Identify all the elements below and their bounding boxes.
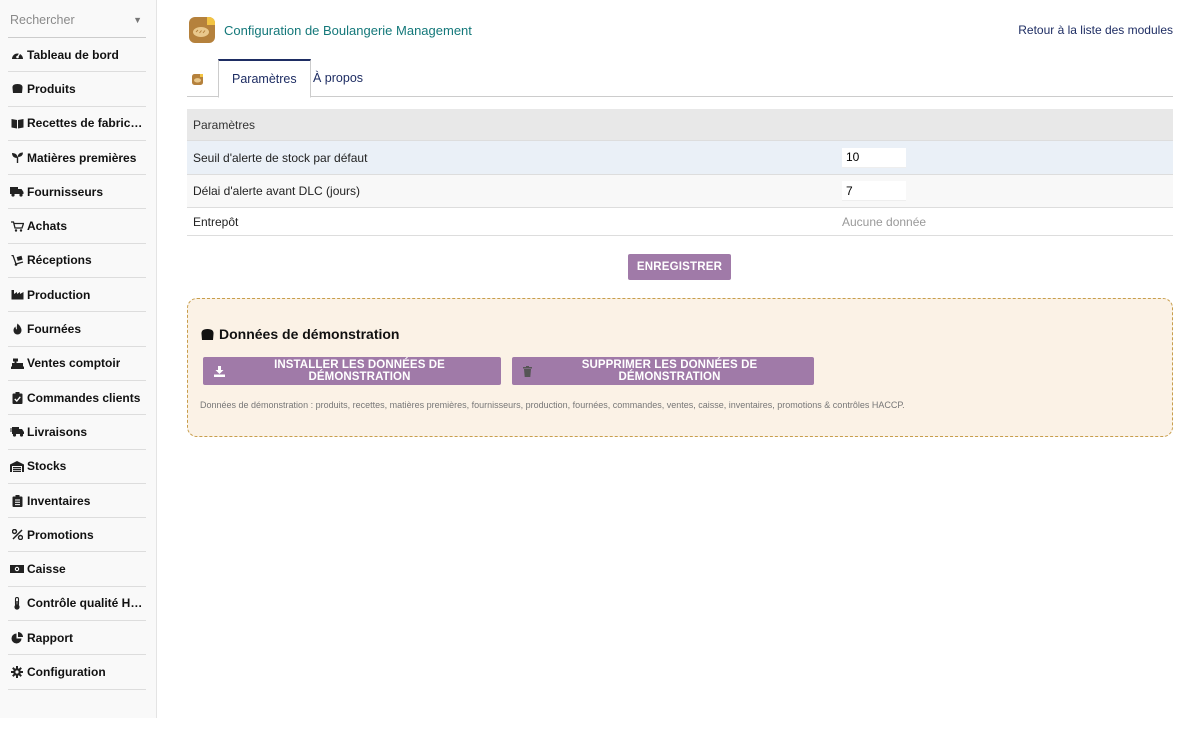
tab-bar: Paramètres À propos	[187, 59, 1173, 98]
cart-icon	[10, 220, 24, 232]
table-row: Entrepôt Aucune donnée	[187, 208, 1173, 236]
thermometer-icon	[10, 596, 24, 610]
sidebar-item-products[interactable]: Produits	[8, 72, 146, 107]
download-icon	[214, 365, 225, 377]
sidebar-item-production[interactable]: Production	[8, 278, 146, 313]
sidebar-item-dashboard[interactable]: Tableau de bord	[8, 38, 146, 73]
module-tab-icon	[192, 73, 203, 88]
chevron-down-icon[interactable]: ▼	[133, 15, 142, 25]
dlc-alert-delay-label: Délai d'alerte avant DLC (jours)	[193, 184, 361, 198]
sidebar-item-label: Stocks	[27, 459, 67, 474]
fire-icon	[10, 323, 24, 335]
sidebar-item-batches[interactable]: Fournées	[8, 312, 146, 347]
sidebar-item-customer-orders[interactable]: Commandes clients	[8, 381, 146, 416]
sidebar-item-label: Ventes comptoir	[27, 356, 121, 371]
demo-data-note: Données de démonstration : produits, rec…	[200, 400, 905, 410]
tab-about[interactable]: À propos	[300, 59, 376, 97]
sidebar-item-label: Caisse	[27, 562, 66, 577]
bread-icon	[10, 83, 24, 95]
dolly-icon	[10, 254, 24, 266]
industry-icon	[10, 289, 24, 301]
clipboard-list-icon	[10, 494, 24, 507]
sidebar-item-label: Achats	[27, 219, 68, 234]
shipping-fast-icon	[10, 426, 24, 438]
warehouse-value[interactable]: Aucune donnée	[842, 215, 1173, 229]
sidebar-item-label: Configuration	[27, 664, 106, 679]
truck-icon	[10, 186, 24, 198]
sidebar-item-raw-materials[interactable]: Matières premières	[8, 141, 146, 176]
sidebar-item-purchases[interactable]: Achats	[8, 209, 146, 244]
page-title: Configuration de Boulangerie Management	[224, 23, 472, 38]
settings-table: Paramètres Seuil d'alerte de stock par d…	[187, 109, 1173, 236]
sidebar-item-label: Réceptions	[27, 253, 92, 268]
table-row: Seuil d'alerte de stock par défaut	[187, 141, 1173, 175]
sidebar-item-label: Livraisons	[27, 424, 88, 439]
sidebar-item-label: Produits	[27, 81, 76, 96]
sidebar-item-label: Contrôle qualité HACCP	[27, 596, 146, 611]
sidebar-item-promotions[interactable]: Promotions	[8, 518, 146, 553]
settings-table-header: Paramètres	[187, 109, 1173, 141]
bread-icon	[200, 328, 215, 341]
delete-demo-data-label: SUPPRIMER LES DONNÉES DE DÉMONSTRATION	[581, 359, 758, 383]
bakery-logo-icon	[189, 17, 215, 43]
demo-data-panel: Données de démonstration INSTALLER LES D…	[187, 298, 1173, 437]
sidebar-item-haccp[interactable]: Contrôle qualité HACCP	[8, 587, 146, 622]
sidebar-item-report[interactable]: Rapport	[8, 621, 146, 656]
settings-header-label: Paramètres	[193, 117, 256, 132]
save-button[interactable]: ENREGISTRER	[628, 254, 731, 280]
clipboard-check-icon	[10, 391, 24, 404]
table-row: Délai d'alerte avant DLC (jours)	[187, 175, 1173, 208]
install-demo-data-button[interactable]: INSTALLER LES DONNÉES DE DÉMONSTRATION	[203, 357, 501, 385]
sidebar-item-label: Recettes de fabrication	[27, 116, 146, 131]
stock-alert-threshold-label: Seuil d'alerte de stock par défaut	[193, 150, 368, 165]
demo-data-title-text: Données de démonstration	[219, 326, 400, 342]
sidebar: ▼ Tableau de bord Produits Recettes de f…	[0, 0, 157, 718]
sidebar-item-label: Tableau de bord	[27, 47, 119, 62]
sidebar-item-label: Commandes clients	[27, 390, 141, 405]
cog-icon	[10, 665, 24, 678]
sidebar-item-label: Inventaires	[27, 493, 91, 508]
tab-parameters[interactable]: Paramètres	[218, 59, 311, 98]
warehouse-icon	[10, 460, 24, 472]
book-icon	[10, 117, 24, 129]
sidebar-item-inventories[interactable]: Inventaires	[8, 484, 146, 519]
trash-icon	[523, 365, 532, 377]
sidebar-item-counter-sales[interactable]: Ventes comptoir	[8, 347, 146, 381]
stock-alert-threshold-input[interactable]	[842, 147, 906, 168]
search-input[interactable]	[8, 13, 128, 27]
cash-register-icon	[10, 357, 24, 369]
sidebar-item-cash-register[interactable]: Caisse	[8, 552, 146, 587]
back-to-modules-link[interactable]: Retour à la liste des modules	[1018, 23, 1173, 37]
percent-icon	[10, 529, 24, 541]
sidebar-item-configuration[interactable]: Configuration	[8, 655, 146, 690]
sidebar-item-label: Rapport	[27, 630, 73, 645]
sidebar-item-label: Fournées	[27, 322, 82, 337]
sidebar-item-label: Matières premières	[27, 150, 137, 165]
dlc-alert-delay-input[interactable]	[842, 181, 906, 201]
seedling-icon	[10, 152, 24, 164]
sidebar-item-suppliers[interactable]: Fournisseurs	[8, 175, 146, 210]
search-box: ▼	[8, 0, 146, 38]
sidebar-item-recipes[interactable]: Recettes de fabrication	[8, 107, 146, 141]
sidebar-item-stocks[interactable]: Stocks	[8, 450, 146, 484]
money-bill-icon	[10, 563, 24, 575]
sidebar-item-label: Fournisseurs	[27, 184, 104, 199]
install-demo-data-label: INSTALLER LES DONNÉES DE DÉMONSTRATION	[274, 359, 445, 383]
sidebar-item-label: Production	[27, 287, 91, 302]
pie-chart-icon	[10, 631, 24, 644]
dashboard-icon	[10, 49, 24, 61]
sidebar-item-label: Promotions	[27, 527, 94, 542]
delete-demo-data-button[interactable]: SUPPRIMER LES DONNÉES DE DÉMONSTRATION	[512, 357, 814, 385]
demo-data-title: Données de démonstration	[200, 326, 399, 342]
sidebar-item-receptions[interactable]: Réceptions	[8, 244, 146, 279]
warehouse-label: Entrepôt	[193, 214, 239, 229]
sidebar-item-deliveries[interactable]: Livraisons	[8, 415, 146, 450]
